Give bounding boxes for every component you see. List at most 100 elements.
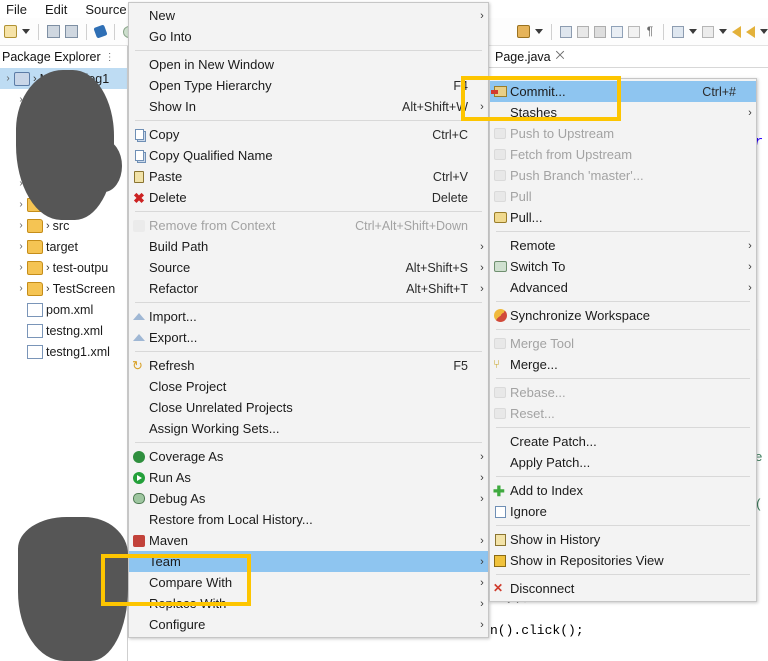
menu-item-refresh[interactable]: ↻ Refresh F5 bbox=[129, 355, 488, 376]
menu-item-switch-to[interactable]: Switch To › bbox=[490, 256, 756, 277]
menu-item-synchronize-workspace[interactable]: Synchronize Workspace bbox=[490, 305, 756, 326]
perspective-dropdown-caret[interactable] bbox=[535, 29, 543, 34]
menu-item-go-into[interactable]: Go Into bbox=[129, 26, 488, 47]
menu-item-accelerator: Ctrl+C bbox=[432, 127, 468, 142]
menu-item-open-type-hierarchy[interactable]: Open Type Hierarchy F4 bbox=[129, 75, 488, 96]
menu-item-apply-patch[interactable]: Apply Patch... bbox=[490, 452, 756, 473]
menu-item-remote[interactable]: Remote › bbox=[490, 235, 756, 256]
menu-item-show-in-history[interactable]: Show in History bbox=[490, 529, 756, 550]
menu-item-import[interactable]: Import... bbox=[129, 306, 488, 327]
menu-item-new[interactable]: New › bbox=[129, 5, 488, 26]
mark-occurrences-icon[interactable] bbox=[611, 25, 623, 38]
menu-item-refactor[interactable]: Refactor Alt+Shift+T › bbox=[129, 278, 488, 299]
menu-file[interactable]: File bbox=[4, 2, 29, 17]
show-whitespace-icon[interactable] bbox=[628, 25, 640, 38]
menu-source[interactable]: Source bbox=[83, 2, 128, 17]
navigation-dropdown-caret[interactable] bbox=[760, 29, 768, 34]
java-project-icon bbox=[14, 71, 30, 86]
menu-separator bbox=[135, 351, 482, 352]
menu-item-label: Go Into bbox=[149, 29, 192, 44]
save-all-icon[interactable] bbox=[65, 25, 78, 38]
menu-item-copy-qualified-name[interactable]: Copy Qualified Name bbox=[129, 145, 488, 166]
last-edit-location-icon[interactable] bbox=[672, 25, 684, 38]
tree-item-testng-xml[interactable]: testng.xml bbox=[0, 320, 127, 341]
menu-item-label: Refactor bbox=[149, 281, 199, 296]
menu-edit[interactable]: Edit bbox=[43, 2, 69, 17]
package-explorer-tab[interactable]: Package Explorer ⋮ bbox=[0, 46, 127, 68]
menu-item-pull[interactable]: Pull... bbox=[490, 207, 756, 228]
menu-item-close-unrelated-projects[interactable]: Close Unrelated Projects bbox=[129, 397, 488, 418]
menu-item-maven[interactable]: Maven › bbox=[129, 530, 488, 551]
expand-arrow-icon[interactable]: › bbox=[15, 241, 27, 252]
menu-item-ignore[interactable]: Ignore bbox=[490, 501, 756, 522]
tree-item-target[interactable]: › target bbox=[0, 236, 127, 257]
tree-item-test-outpu[interactable]: › › test-outpu bbox=[0, 257, 127, 278]
team-submenu[interactable]: Commit... Ctrl+# Stashes › Push to Upstream F… bbox=[489, 78, 757, 602]
history-icon bbox=[494, 533, 506, 546]
tree-item-pom-xml[interactable]: pom.xml bbox=[0, 299, 127, 320]
view-menu-icon[interactable]: ⋮ bbox=[105, 52, 115, 63]
menu-item-merge[interactable]: ⑂ Merge... bbox=[490, 354, 756, 375]
expand-arrow-icon[interactable]: › bbox=[15, 199, 27, 210]
expand-arrow-icon[interactable]: › bbox=[15, 220, 27, 231]
menu-item-debug-as[interactable]: Debug As › bbox=[129, 488, 488, 509]
forward-icon[interactable] bbox=[746, 25, 755, 38]
delete-icon: ✖ bbox=[133, 189, 145, 206]
menu-item-icon-slot bbox=[129, 218, 149, 234]
expand-arrow-icon[interactable]: › bbox=[15, 283, 27, 294]
fetch-icon bbox=[494, 149, 506, 160]
menu-item-copy[interactable]: Copy Ctrl+C bbox=[129, 124, 488, 145]
next-member-dropdown-caret[interactable] bbox=[719, 29, 727, 34]
xml-file-icon bbox=[27, 302, 43, 317]
menu-item-show-in[interactable]: Show In Alt+Shift+W › bbox=[129, 96, 488, 117]
menu-item-add-to-index[interactable]: ✚ Add to Index bbox=[490, 480, 756, 501]
menu-item-icon-slot bbox=[490, 504, 510, 520]
last-edit-dropdown-caret[interactable] bbox=[689, 29, 697, 34]
menu-item-source[interactable]: Source Alt+Shift+S › bbox=[129, 257, 488, 278]
menu-item-icon-slot bbox=[490, 336, 510, 352]
expand-arrow-icon[interactable]: › bbox=[15, 262, 27, 273]
menu-item-icon-slot bbox=[490, 280, 510, 296]
menu-item-label: Pull bbox=[510, 189, 532, 204]
menu-item-delete[interactable]: ✖ Delete Delete bbox=[129, 187, 488, 208]
paint-icon[interactable] bbox=[577, 25, 589, 38]
menu-item-show-in-repositories-view[interactable]: Show in Repositories View bbox=[490, 550, 756, 571]
menu-item-open-in-new-window[interactable]: Open in New Window bbox=[129, 54, 488, 75]
menu-separator bbox=[135, 442, 482, 443]
menu-item-export[interactable]: Export... bbox=[129, 327, 488, 348]
tree-item-testscreen[interactable]: › › TestScreen bbox=[0, 278, 127, 299]
menu-item-restore-from-local-history[interactable]: Restore from Local History... bbox=[129, 509, 488, 530]
menu-item-disconnect[interactable]: ✕ Disconnect bbox=[490, 578, 756, 599]
close-icon[interactable]: ⨉ bbox=[556, 50, 565, 63]
expand-arrow-icon[interactable]: › bbox=[2, 73, 14, 84]
new-wizard-icon[interactable] bbox=[4, 25, 17, 38]
editor-tab-page-java[interactable]: Page.java ⨉ bbox=[489, 46, 570, 67]
menu-item-icon-slot: ✖ bbox=[129, 190, 149, 206]
menu-item-accelerator: Ctrl+# bbox=[702, 84, 736, 99]
submenu-arrow-icon: › bbox=[480, 618, 484, 631]
java-perspective-icon[interactable] bbox=[517, 25, 530, 38]
annotate-icon[interactable] bbox=[560, 25, 572, 38]
next-annotation-icon[interactable] bbox=[594, 25, 606, 38]
maven-icon bbox=[133, 534, 145, 547]
menu-item-build-path[interactable]: Build Path › bbox=[129, 236, 488, 257]
folder-icon bbox=[27, 260, 43, 275]
menu-item-label: Push to Upstream bbox=[510, 126, 615, 141]
menu-item-coverage-as[interactable]: Coverage As › bbox=[129, 446, 488, 467]
menu-item-advanced[interactable]: Advanced › bbox=[490, 277, 756, 298]
next-member-icon[interactable] bbox=[702, 25, 714, 38]
tree-item-testng1-xml[interactable]: testng1.xml bbox=[0, 341, 127, 362]
new-wizard-dropdown-caret[interactable] bbox=[22, 29, 30, 34]
skip-all-breakpoints-icon[interactable] bbox=[93, 24, 108, 39]
menu-item-icon-slot bbox=[490, 406, 510, 422]
menu-item-configure[interactable]: Configure › bbox=[129, 614, 488, 635]
menu-item-close-project[interactable]: Close Project bbox=[129, 376, 488, 397]
menu-item-paste[interactable]: Paste Ctrl+V bbox=[129, 166, 488, 187]
menu-item-create-patch[interactable]: Create Patch... bbox=[490, 431, 756, 452]
save-icon[interactable] bbox=[47, 25, 60, 38]
menu-item-run-as[interactable]: Run As › bbox=[129, 467, 488, 488]
back-icon[interactable] bbox=[732, 25, 741, 38]
project-context-menu[interactable]: New › Go Into Open in New Window Open Type H… bbox=[128, 2, 489, 638]
submenu-arrow-icon: › bbox=[748, 106, 752, 119]
menu-item-assign-working-sets[interactable]: Assign Working Sets... bbox=[129, 418, 488, 439]
